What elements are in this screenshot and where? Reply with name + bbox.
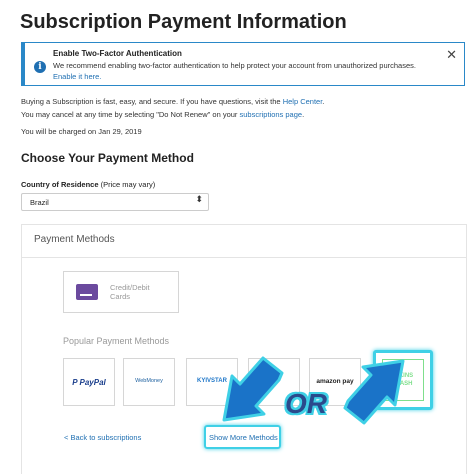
card-label-line-1: Credit/Debit <box>110 283 150 292</box>
popular-methods-label: Popular Payment Methods <box>63 336 170 346</box>
credit-card-option[interactable]: Credit/Debit Cards <box>63 271 179 313</box>
close-icon[interactable]: ✕ <box>446 47 457 63</box>
or-annotation: OR <box>285 388 327 419</box>
two-factor-alert: i Enable Two-Factor Authentication We re… <box>21 42 465 86</box>
card-label-line-2: Cards <box>110 292 131 301</box>
payment-methods-title: Payment Methods <box>34 234 115 245</box>
show-more-label: Show More Methods <box>209 433 278 442</box>
info-icon: i <box>34 61 46 73</box>
credit-card-label: Credit/Debit Cards <box>110 283 150 301</box>
info-text: You may cancel at any time by selecting … <box>21 110 238 119</box>
alert-text: We recommend enabling two-factor authent… <box>53 61 416 70</box>
webmoney-logo: WebMoney <box>135 378 163 384</box>
skins-cash-logo: SKINS CASH <box>387 372 421 388</box>
info-line-2: You may cancel at any time by selecting … <box>21 110 304 119</box>
section-title: Choose Your Payment Method <box>21 151 194 165</box>
amazon-pay-logo: amazon pay <box>316 378 354 385</box>
punctuation: . <box>302 110 305 119</box>
enable-2fa-link[interactable]: Enable it here. <box>53 72 101 81</box>
country-select[interactable]: Brazil ⬍ <box>21 193 209 211</box>
select-caret-icon: ⬍ <box>195 194 203 204</box>
skins-text: SKINS <box>394 373 414 379</box>
credit-card-icon <box>76 284 98 300</box>
webmoney-option[interactable]: WebMoney <box>123 358 175 406</box>
back-to-subscriptions-link[interactable]: < Back to subscriptions <box>64 433 141 442</box>
charge-date: You will be charged on Jan 29, 2019 <box>21 127 142 136</box>
show-more-methods-button[interactable]: Show More Methods <box>204 425 281 449</box>
country-label-text: Country of Residence <box>21 180 99 189</box>
punctuation: . <box>322 97 325 106</box>
paypal-option[interactable]: P PayPal <box>63 358 115 406</box>
info-text: Buying a Subscription is fast, easy, and… <box>21 97 281 106</box>
page-title: Subscription Payment Information <box>20 11 347 33</box>
cash-text: CASH <box>395 381 413 387</box>
paypal-logo: P PayPal <box>72 378 106 387</box>
skins-cash-option[interactable]: SKINS CASH <box>373 350 433 410</box>
info-line-1: Buying a Subscription is fast, easy, and… <box>21 97 324 106</box>
alert-title: Enable Two-Factor Authentication <box>53 49 182 58</box>
skins-cash-logo-frame: SKINS CASH <box>382 359 424 401</box>
payment-methods-panel: Payment Methods Credit/Debit Cards Popul… <box>21 224 467 474</box>
webmoney-alt-logo: Web <box>268 378 280 384</box>
kyivstar-option[interactable]: KYIVSTAR <box>186 358 238 406</box>
subscriptions-page-link[interactable]: subscriptions page <box>240 110 303 119</box>
price-note: (Price may vary) <box>100 180 156 189</box>
help-center-link[interactable]: Help Center <box>283 97 323 106</box>
country-label: Country of Residence (Price may vary) <box>21 180 155 189</box>
divider <box>22 257 466 258</box>
kyivstar-logo: KYIVSTAR <box>197 378 227 384</box>
country-value: Brazil <box>30 198 49 207</box>
